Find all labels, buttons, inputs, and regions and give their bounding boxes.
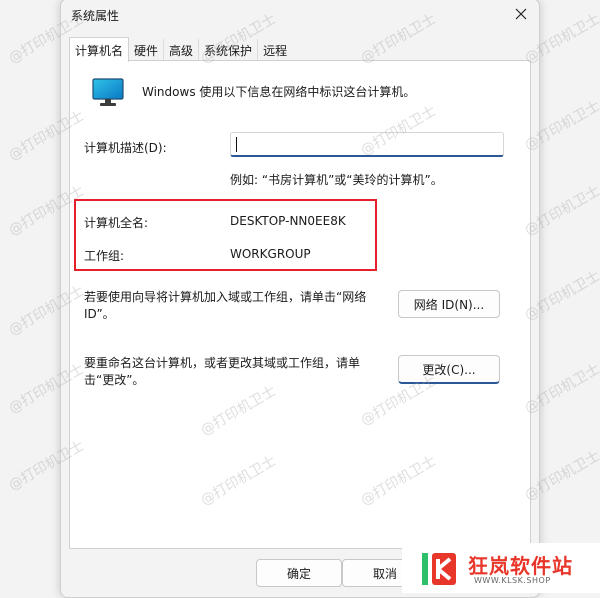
- logo-url: WWW.KLSK.SHOP: [474, 576, 551, 585]
- description-example: 例如: “书房计算机”或“美玲的计算机”。: [230, 173, 443, 187]
- title-bar: 系统属性: [61, 0, 539, 29]
- full-name-value: DESKTOP-NN0EE8K: [230, 214, 346, 228]
- close-button[interactable]: [503, 0, 539, 29]
- text-caret: [236, 137, 237, 152]
- tab-advanced[interactable]: 高级: [164, 39, 200, 61]
- rename-text: 要重命名这台计算机，或者更改其域或工作组，请单击“更改”。: [84, 356, 361, 387]
- site-logo: 狂岚软件站 WWW.KLSK.SHOP: [402, 543, 600, 593]
- logo-name: 狂岚软件站: [468, 554, 573, 578]
- tab-hardware[interactable]: 硬件: [129, 39, 165, 61]
- change-button[interactable]: 更改(C)...: [398, 355, 500, 384]
- tab-strip: 计算机名 硬件 高级 系统保护 远程: [69, 37, 292, 62]
- close-icon: [515, 8, 527, 20]
- window-title: 系统属性: [71, 9, 120, 23]
- system-properties-window: 系统属性 计算机名 硬件 高级 系统保护 远程 Windows 使用以下信息在网…: [60, 0, 540, 598]
- workgroup-value: WORKGROUP: [230, 247, 311, 261]
- workgroup-label: 工作组:: [84, 249, 125, 263]
- network-wizard-text: 若要使用向导将计算机加入域或工作组，请单击“网络 ID”。: [84, 290, 367, 321]
- monitor-icon: [92, 78, 124, 106]
- tab-computer-name[interactable]: 计算机名: [69, 37, 130, 62]
- computer-name-panel: Windows 使用以下信息在网络中标识这台计算机。 计算机描述(D): 例如:…: [69, 60, 531, 549]
- tab-remote[interactable]: 远程: [258, 39, 292, 61]
- ok-button[interactable]: 确定: [256, 559, 342, 587]
- intro-text: Windows 使用以下信息在网络中标识这台计算机。: [142, 85, 416, 99]
- description-label: 计算机描述(D):: [84, 141, 167, 155]
- network-id-button[interactable]: 网络 ID(N)...: [398, 290, 500, 318]
- logo-mark-icon: [422, 553, 456, 585]
- full-name-label: 计算机全名:: [84, 216, 149, 230]
- description-input[interactable]: [230, 132, 504, 157]
- tab-system-protection[interactable]: 系统保护: [199, 39, 259, 61]
